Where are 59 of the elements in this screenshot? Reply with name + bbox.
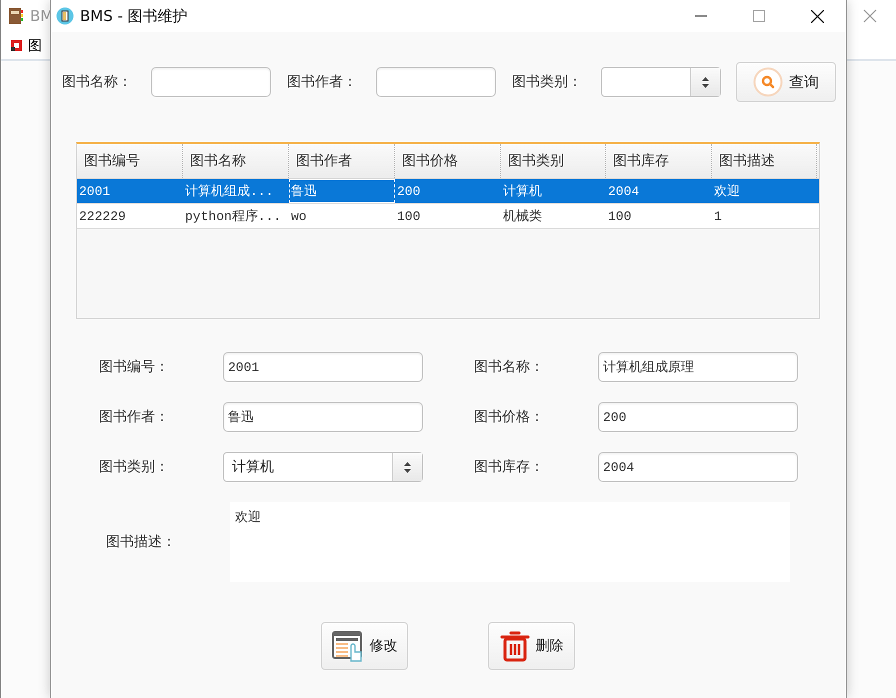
field-label: 图书作者： (287, 73, 358, 91)
dropdown[interactable] (601, 67, 721, 97)
text-field[interactable]: 2001 (223, 352, 423, 382)
table-row[interactable]: 2001 计算机组成... 鲁迅 200 计算机 2004 欢迎 (77, 179, 819, 204)
text-field[interactable]: 200 (598, 402, 798, 432)
text-field[interactable] (376, 67, 496, 97)
close-icon[interactable] (810, 10, 824, 22)
column-header[interactable]: 图书编号 (77, 144, 183, 178)
field-label: 图书编号： (99, 358, 170, 376)
table-row[interactable]: 222229 python程序... wo 100 机械类 100 1 (77, 204, 819, 229)
field-label: 图书类别： (512, 73, 583, 91)
table-cell-text: 计算机组成... (184, 183, 274, 201)
text-field[interactable]: 计算机组成原理 (598, 352, 798, 382)
minimize-icon[interactable] (695, 15, 707, 17)
table-cell-text: 计算机 (502, 183, 543, 201)
menu-item[interactable]: 图 (28, 36, 42, 54)
spinner-arrows-icon (404, 462, 411, 472)
table-cell-text: 100 (607, 208, 632, 226)
column-header[interactable]: 图书名称 (183, 144, 289, 178)
trash-icon (500, 630, 530, 662)
window-title: BMS - 图书维护 (80, 6, 189, 26)
text-field[interactable] (151, 67, 271, 97)
dropdown[interactable]: 计算机 (223, 452, 423, 482)
field-label: 图书类别： (99, 458, 170, 476)
edit-button[interactable]: 修改 (321, 622, 408, 670)
search-icon (753, 67, 783, 97)
spinner-arrows-icon (702, 76, 709, 88)
field-label: 图书描述： (106, 533, 177, 551)
table-cell-text: 1 (713, 208, 723, 226)
table-cell: 鲁迅 (289, 179, 395, 203)
table-cell-text: python程序... (184, 208, 282, 226)
menu-icon (11, 40, 22, 51)
field-label: 图书价格： (474, 408, 545, 426)
table-cell-text: 200 (396, 182, 422, 200)
text-field[interactable]: 2004 (598, 452, 798, 482)
door-icon (56, 7, 74, 25)
maximize-icon[interactable] (753, 10, 765, 22)
text-field[interactable]: 鲁迅 (223, 402, 423, 432)
field-label: 图书名称： (62, 73, 133, 91)
table-cell-text: wo (290, 208, 308, 226)
form-edit-icon (332, 630, 364, 662)
table-cell-text: 2001 (78, 182, 112, 200)
column-header[interactable]: 图书描述 (712, 144, 817, 178)
column-header[interactable]: 图书价格 (395, 144, 501, 178)
table-cell-text: 欢迎 (713, 183, 741, 201)
table-cell-text: 100 (396, 208, 422, 226)
table-cell-text: 2004 (607, 182, 640, 200)
field-label: 图书名称： (474, 358, 545, 376)
search-button[interactable]: 查询 (736, 62, 836, 102)
description-field[interactable]: 欢迎 (230, 502, 790, 582)
table-cell-text: 机械类 (502, 208, 543, 226)
column-header[interactable]: 图书类别 (501, 144, 606, 178)
field-label: 图书作者： (99, 408, 170, 426)
table-cell-text: 222229 (78, 208, 127, 226)
column-header[interactable]: 图书作者 (289, 144, 395, 178)
column-header[interactable]: 图书库存 (606, 144, 712, 178)
book-icon (8, 7, 24, 25)
delete-button[interactable]: 删除 (488, 622, 575, 670)
field-label: 图书库存： (474, 458, 545, 476)
